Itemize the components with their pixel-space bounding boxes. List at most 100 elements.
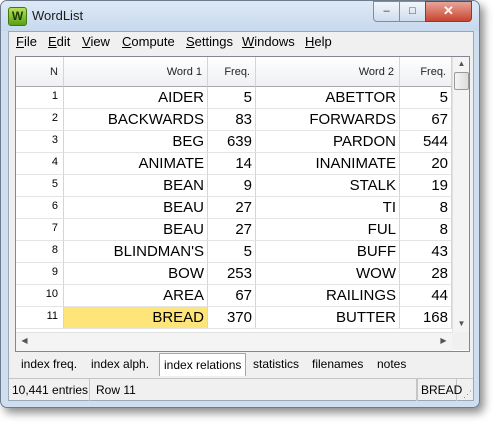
word1-cell[interactable]: BEAN bbox=[64, 175, 208, 197]
scroll-right-icon[interactable]: ▶ bbox=[435, 336, 452, 345]
tab-statistics[interactable]: statistics bbox=[253, 355, 299, 373]
word1-cell[interactable]: BEAU bbox=[64, 197, 208, 219]
scroll-down-icon[interactable]: ▼ bbox=[453, 319, 469, 328]
freq1-cell[interactable]: 14 bbox=[208, 153, 256, 175]
word2-cell[interactable]: INANIMATE bbox=[256, 153, 400, 175]
word1-cell[interactable]: BOW bbox=[64, 263, 208, 285]
scroll-up-icon[interactable]: ▲ bbox=[453, 59, 469, 68]
freq2-cell[interactable]: 28 bbox=[400, 263, 452, 285]
word1-cell[interactable]: BLINDMAN'S bbox=[64, 241, 208, 263]
header-n[interactable]: N bbox=[16, 57, 64, 87]
row-number[interactable]: 5 bbox=[16, 175, 64, 197]
word1-cell[interactable]: BREAD bbox=[64, 307, 208, 329]
freq2-cell[interactable]: 5 bbox=[400, 87, 452, 109]
freq1-cell[interactable]: 639 bbox=[208, 131, 256, 153]
row-number[interactable]: 6 bbox=[16, 197, 64, 219]
freq1-cell[interactable]: 83 bbox=[208, 109, 256, 131]
table-row[interactable]: 6 BEAU 27 TI 8 bbox=[16, 197, 452, 219]
maximize-button[interactable]: □ bbox=[399, 1, 426, 22]
word2-cell[interactable]: STALK bbox=[256, 175, 400, 197]
freq2-cell[interactable]: 8 bbox=[400, 197, 452, 219]
tab-index-relations[interactable]: index relations bbox=[159, 353, 247, 376]
close-button[interactable]: ✕ bbox=[425, 1, 472, 22]
word2-cell[interactable]: BUTTER bbox=[256, 307, 400, 329]
table-row[interactable]: 7 BEAU 27 FUL 8 bbox=[16, 219, 452, 241]
menu-windows[interactable]: Windows bbox=[242, 34, 295, 49]
freq2-cell[interactable]: 20 bbox=[400, 153, 452, 175]
freq2-cell[interactable]: 168 bbox=[400, 307, 452, 329]
row-number[interactable]: 9 bbox=[16, 263, 64, 285]
menu-settings[interactable]: Settings bbox=[186, 34, 233, 49]
row-number[interactable]: 10 bbox=[16, 285, 64, 307]
freq2-cell[interactable]: 67 bbox=[400, 109, 452, 131]
table-row[interactable]: 4 ANIMATE 14 INANIMATE 20 bbox=[16, 153, 452, 175]
freq1-cell[interactable]: 253 bbox=[208, 263, 256, 285]
table-row[interactable]: 1 AIDER 5 ABETTOR 5 bbox=[16, 87, 452, 109]
freq1-cell[interactable]: 5 bbox=[208, 241, 256, 263]
row-number[interactable]: 1 bbox=[16, 87, 64, 109]
row-number[interactable]: 3 bbox=[16, 131, 64, 153]
horizontal-scrollbar[interactable]: ◀ ▶ bbox=[16, 332, 452, 351]
table-row[interactable]: 8 BLINDMAN'S 5 BUFF 43 bbox=[16, 241, 452, 263]
header-word1[interactable]: Word 1 bbox=[64, 57, 208, 87]
menu-compute[interactable]: Compute bbox=[122, 34, 175, 49]
freq1-cell[interactable]: 27 bbox=[208, 197, 256, 219]
word2-cell[interactable]: FORWARDS bbox=[256, 109, 400, 131]
word2-cell[interactable]: TI bbox=[256, 197, 400, 219]
vertical-scrollbar[interactable]: ▲ ▼ bbox=[452, 57, 469, 332]
word1-cell[interactable]: AREA bbox=[64, 285, 208, 307]
header-freq2[interactable]: Freq. bbox=[400, 57, 452, 87]
table-row[interactable]: 9 BOW 253 WOW 28 bbox=[16, 263, 452, 285]
word2-cell[interactable]: PARDON bbox=[256, 131, 400, 153]
menu-edit[interactable]: Edit bbox=[48, 34, 70, 49]
menu-view[interactable]: View bbox=[82, 34, 110, 49]
word1-cell[interactable]: AIDER bbox=[64, 87, 208, 109]
close-icon: ✕ bbox=[443, 3, 454, 18]
table-row[interactable]: 5 BEAN 9 STALK 19 bbox=[16, 175, 452, 197]
scroll-left-icon[interactable]: ◀ bbox=[16, 336, 33, 345]
table-row[interactable]: 10 AREA 67 RAILINGS 44 bbox=[16, 285, 452, 307]
table-row[interactable]: 11 BREAD 370 BUTTER 168 bbox=[16, 307, 452, 329]
word2-cell[interactable]: FUL bbox=[256, 219, 400, 241]
app-icon[interactable]: W bbox=[8, 7, 27, 26]
row-number[interactable]: 8 bbox=[16, 241, 64, 263]
tab-filenames[interactable]: filenames bbox=[312, 355, 363, 373]
word1-cell[interactable]: BEAU bbox=[64, 219, 208, 241]
freq2-cell[interactable]: 544 bbox=[400, 131, 452, 153]
word1-cell[interactable]: ANIMATE bbox=[64, 153, 208, 175]
freq1-cell[interactable]: 5 bbox=[208, 87, 256, 109]
resize-grip-icon[interactable]: ⋰ bbox=[463, 389, 472, 400]
word-grid[interactable]: N Word 1 Freq. Word 2 Freq. 1 AIDER 5 ABETT… bbox=[15, 56, 470, 352]
freq1-cell[interactable]: 67 bbox=[208, 285, 256, 307]
freq1-cell[interactable]: 9 bbox=[208, 175, 256, 197]
freq2-cell[interactable]: 8 bbox=[400, 219, 452, 241]
menu-help[interactable]: Help bbox=[305, 34, 332, 49]
freq2-cell[interactable]: 43 bbox=[400, 241, 452, 263]
freq2-cell[interactable]: 44 bbox=[400, 285, 452, 307]
table-row[interactable]: 2 BACKWARDS 83 FORWARDS 67 bbox=[16, 109, 452, 131]
word2-cell[interactable]: WOW bbox=[256, 263, 400, 285]
header-freq1[interactable]: Freq. bbox=[208, 57, 256, 87]
word2-cell[interactable]: ABETTOR bbox=[256, 87, 400, 109]
word2-cell[interactable]: BUFF bbox=[256, 241, 400, 263]
header-word2[interactable]: Word 2 bbox=[256, 57, 400, 87]
word1-cell[interactable]: BACKWARDS bbox=[64, 109, 208, 131]
row-number[interactable]: 4 bbox=[16, 153, 64, 175]
menu-file[interactable]: File bbox=[16, 34, 37, 49]
title-bar[interactable]: W WordList – □ ✕ bbox=[1, 1, 479, 31]
table-row[interactable]: 3 BEG 639 PARDON 544 bbox=[16, 131, 452, 153]
freq2-cell[interactable]: 19 bbox=[400, 175, 452, 197]
row-number[interactable]: 7 bbox=[16, 219, 64, 241]
tab-index-alph[interactable]: index alph. bbox=[91, 355, 149, 373]
freq1-cell[interactable]: 370 bbox=[208, 307, 256, 329]
scroll-thumb[interactable] bbox=[454, 72, 469, 90]
row-number[interactable]: 2 bbox=[16, 109, 64, 131]
row-number[interactable]: 11 bbox=[16, 307, 64, 329]
word1-cell[interactable]: BEG bbox=[64, 131, 208, 153]
app-window: W WordList – □ ✕ File Edit View Compute … bbox=[0, 0, 480, 408]
tab-notes[interactable]: notes bbox=[377, 355, 406, 373]
freq1-cell[interactable]: 27 bbox=[208, 219, 256, 241]
minimize-button[interactable]: – bbox=[373, 1, 400, 22]
word2-cell[interactable]: RAILINGS bbox=[256, 285, 400, 307]
tab-index-freq[interactable]: index freq. bbox=[21, 355, 77, 373]
